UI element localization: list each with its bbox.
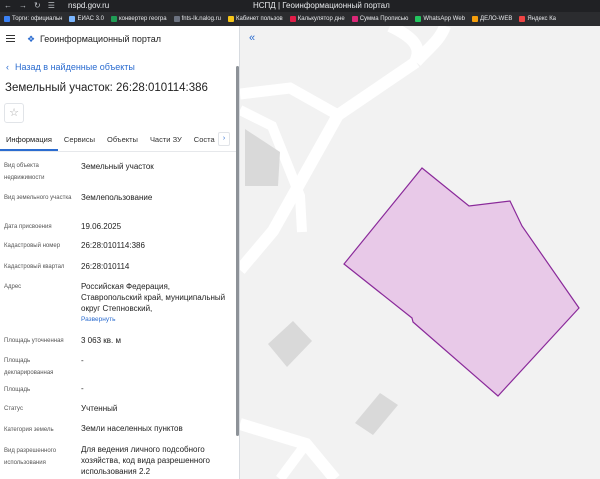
- bookmark-favicon-icon: [351, 16, 358, 22]
- bookmark-label: WhatsApp Web: [423, 16, 465, 22]
- map-view[interactable]: «: [240, 26, 600, 479]
- bookmark-label: конвертер геогра: [118, 16, 167, 22]
- bookmark-label: Сумма Прописью: [359, 16, 409, 22]
- attr-label-address: Адрес: [4, 284, 22, 290]
- menu-icon[interactable]: [6, 35, 15, 42]
- tab-composition[interactable]: Соста: [188, 130, 221, 151]
- bookmark-favicon-icon: [472, 16, 478, 22]
- tab-services[interactable]: Сервисы: [58, 130, 101, 151]
- attr-value-permitted-use: Для ведения личного подсобного хозяйства…: [81, 445, 210, 476]
- bookmark-item[interactable]: Сумма Прописью: [351, 16, 409, 22]
- bookmark-favicon-icon: [519, 16, 526, 22]
- forward-icon[interactable]: →: [19, 1, 27, 10]
- attr-value-area-specified: 3 063 кв. м: [81, 336, 121, 345]
- attr-value-object-type: Земельный участок: [81, 162, 154, 171]
- bookmark-favicon-icon: [110, 16, 117, 22]
- attr-label-permitted-use: Вид разрешенного использования: [4, 448, 57, 466]
- bookmark-favicon-icon: [69, 16, 76, 22]
- attr-label-land-type: Вид земельного участка: [4, 195, 72, 201]
- attr-label-area-declared: Площадь декларированная: [4, 358, 54, 376]
- attr-value-cadastral-quarter: 26:28:010114: [81, 262, 130, 271]
- portal-logo-icon: ❖: [27, 34, 36, 44]
- tabs: Информация Сервисы Объекты Части ЗУ Сост…: [0, 130, 236, 152]
- bookmark-favicon-icon: [227, 16, 234, 22]
- address-bar[interactable]: nspd.gov.ru: [68, 1, 109, 10]
- attr-value-status: Учтенный: [81, 404, 118, 413]
- bookmark-item[interactable]: ДЕЛО-WEB: [472, 16, 512, 22]
- bookmark-item[interactable]: Торги: официальн: [4, 16, 62, 22]
- bookmark-label: ДЕЛО-WEB: [480, 16, 513, 22]
- favorite-star-icon[interactable]: ☆: [4, 103, 24, 123]
- map-canvas: [240, 26, 580, 479]
- attr-label-area-specified: Площадь уточненная: [4, 338, 64, 344]
- panel-scrollbar[interactable]: [236, 66, 239, 436]
- tabs-scroll-right-icon[interactable]: ›: [218, 132, 230, 146]
- bookmark-favicon-icon: [4, 16, 10, 22]
- bookmark-label: ЕИАС 3.0: [77, 16, 104, 22]
- attr-value-land-type: Землепользование: [81, 193, 153, 202]
- attr-label-status: Статус: [4, 406, 23, 412]
- back-icon[interactable]: ←: [4, 1, 12, 10]
- panel-header: ❖ Геоинформационный портал: [0, 26, 239, 52]
- attr-value-address: Российская Федерация, Ставропольский кра…: [81, 282, 226, 313]
- attr-label-object-type: Вид объекта недвижимости: [4, 163, 45, 181]
- site-info-icon[interactable]: ☰: [48, 1, 55, 10]
- road: [275, 441, 311, 479]
- attr-value-area: -: [81, 384, 84, 393]
- attr-value-cadastral-number: 26:28:010114:386: [81, 241, 145, 250]
- bookmark-label: Яндекс Ка: [527, 16, 557, 22]
- browser-titlebar: ← → ↻ ☰ nspd.gov.ru НСПД | Геоинформацио…: [0, 0, 600, 12]
- bookmark-label: Калькулятор дне: [297, 16, 345, 22]
- chevron-left-icon: ‹: [6, 62, 9, 72]
- bookmark-item[interactable]: конвертер геогра: [110, 16, 167, 22]
- attr-value-land-category: Земли населенных пунктов: [81, 424, 183, 433]
- attr-value-assign-date: 19.06.2025: [81, 222, 122, 231]
- building: [268, 321, 312, 367]
- expand-address-link[interactable]: Развернуть: [81, 316, 115, 323]
- tab-info[interactable]: Информация: [0, 130, 58, 151]
- attr-label-cadastral-number: Кадастровый номер: [4, 243, 61, 249]
- road: [240, 82, 341, 120]
- tab-parts[interactable]: Части ЗУ: [144, 130, 188, 151]
- bookmark-favicon-icon: [289, 16, 296, 22]
- bookmark-item[interactable]: Калькулятор дне: [289, 16, 345, 22]
- reload-icon[interactable]: ↻: [34, 1, 41, 10]
- portal-title: Геоинформационный портал: [40, 34, 161, 44]
- attr-value-area-declared: -: [81, 356, 84, 365]
- bookmark-item[interactable]: Яндекс Ка: [519, 16, 556, 22]
- bookmark-favicon-icon: [173, 16, 180, 22]
- building: [355, 393, 398, 435]
- parcel-polygon: [343, 167, 580, 397]
- bookmark-item[interactable]: fnts-lk.nalog.ru: [173, 16, 221, 22]
- bookmark-item[interactable]: WhatsApp Web: [415, 16, 465, 22]
- attr-label-cadastral-quarter: Кадастровый квартал: [4, 264, 65, 270]
- tab-objects[interactable]: Объекты: [101, 130, 144, 151]
- attr-label-land-category: Категория земель: [4, 427, 54, 433]
- back-to-results-link[interactable]: ‹ Назад в найденные объекты: [6, 62, 135, 72]
- window-title: НСПД | Геоинформационный портал: [253, 1, 390, 10]
- attr-label-area: Площадь: [4, 387, 31, 393]
- info-panel: ❖ Геоинформационный портал ‹ Назад в най…: [0, 26, 240, 479]
- bookmark-label: Торги: официальн: [12, 16, 63, 22]
- back-link-label: Назад в найденные объекты: [15, 62, 135, 72]
- bookmark-label: Кабинет пользов: [235, 16, 283, 22]
- bookmarks-bar: Торги: официальн ЕИАС 3.0 конвертер геогра…: [0, 12, 600, 26]
- bookmark-favicon-icon: [415, 16, 422, 22]
- bookmark-label: fnts-lk.nalog.ru: [181, 16, 221, 22]
- page-title: Земельный участок: 26:28:010114:386: [5, 82, 208, 94]
- collapse-panel-icon[interactable]: «: [245, 32, 259, 46]
- attr-label-assign-date: Дата присвоения: [4, 224, 52, 230]
- bookmark-item[interactable]: ЕИАС 3.0: [69, 16, 104, 22]
- browser-nav: ← → ↻ ☰: [4, 1, 55, 10]
- bookmark-item[interactable]: Кабинет пользов: [227, 16, 283, 22]
